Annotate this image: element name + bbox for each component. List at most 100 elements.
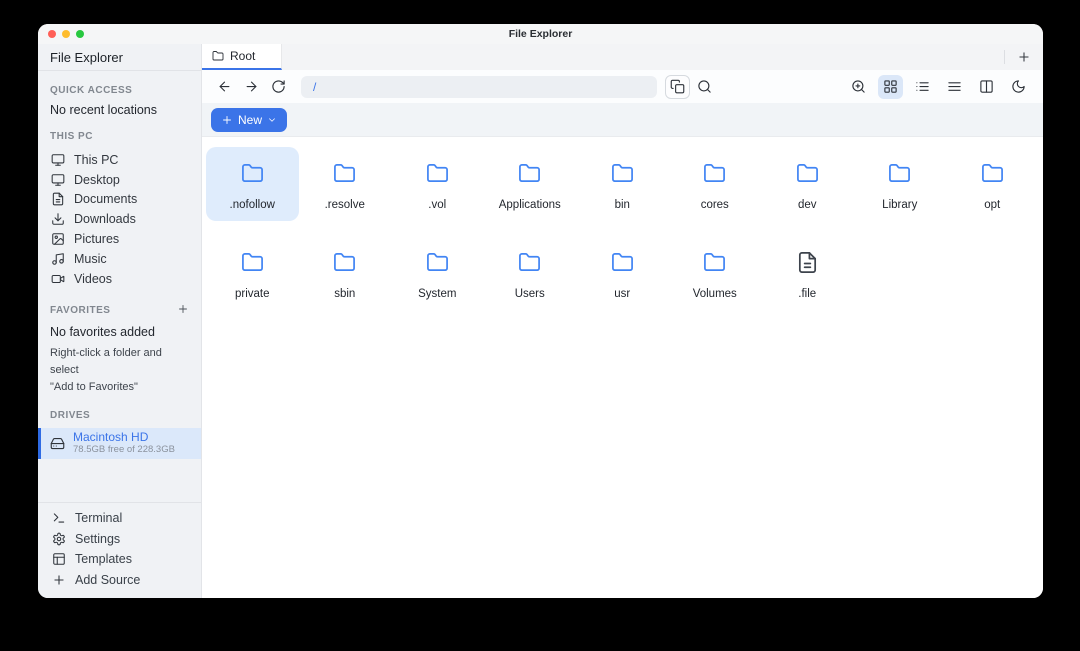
back-icon [219, 81, 230, 92]
refresh-button[interactable] [266, 75, 291, 99]
favorites-hint-line1: Right-click a folder and select [50, 346, 162, 376]
file-item[interactable]: Volumes [669, 236, 762, 310]
file-name: bin [614, 199, 630, 211]
sidebar-item-pictures[interactable]: Pictures [38, 229, 201, 249]
sidebar-footer: Terminal Settings Templates Add Source [38, 502, 201, 598]
music-icon [52, 253, 64, 265]
settings-button[interactable]: Settings [38, 529, 201, 550]
drive-name: Macintosh HD [73, 429, 149, 444]
sidebar-item-this-pc[interactable]: This PC [38, 150, 201, 170]
hard-drive-icon [50, 437, 65, 449]
file-name: .vol [428, 199, 447, 211]
file-item[interactable]: Library [854, 147, 947, 221]
sidebar-item-label: Documents [74, 192, 138, 207]
drive-item-macintosh-hd[interactable]: Macintosh HD 78.5GB free of 228.3GB [38, 427, 201, 459]
file-item[interactable]: .resolve [299, 147, 392, 221]
terminal-button[interactable]: Terminal [38, 508, 201, 529]
sidebar-item-videos[interactable]: Videos [38, 269, 201, 289]
zoom-in-icon [852, 80, 865, 93]
path-input[interactable] [301, 75, 657, 98]
sidebar-item-music[interactable]: Music [38, 249, 201, 269]
file-item[interactable]: opt [946, 147, 1039, 221]
detail-view-icon [948, 82, 961, 91]
file-item[interactable]: .file [761, 236, 854, 310]
file-item[interactable]: usr [576, 236, 669, 310]
split-view-button[interactable] [974, 75, 999, 99]
file-item[interactable]: .vol [391, 147, 484, 221]
footer-item-label: Settings [75, 531, 121, 546]
add-favorite-button[interactable] [177, 303, 189, 318]
folder-icon [796, 164, 818, 183]
refresh-icon [272, 80, 285, 93]
sidebar-item-label: Music [74, 251, 107, 266]
sidebar-item-downloads[interactable]: Downloads [38, 209, 201, 229]
file-name: System [418, 288, 457, 300]
favorites-hint-line2: "Add to Favorites" [50, 380, 138, 393]
zoom-in-button[interactable] [846, 75, 871, 99]
favorites-header: FAVORITES [38, 303, 201, 318]
file-item[interactable]: sbin [299, 236, 392, 310]
folder-icon [334, 164, 356, 183]
footer-item-label: Terminal [75, 511, 123, 526]
templates-button[interactable]: Templates [38, 549, 201, 570]
file-item[interactable]: private [206, 236, 299, 310]
tab-bar: Root [202, 44, 1043, 70]
sidebar-item-label: This PC [74, 152, 119, 167]
sidebar-item-documents[interactable]: Documents [38, 190, 201, 210]
file-name: .file [798, 288, 817, 300]
forward-button[interactable] [239, 75, 264, 99]
copy-path-button[interactable] [665, 74, 690, 99]
copy-icon [670, 79, 685, 94]
grid-view-button[interactable] [878, 74, 903, 99]
favorites-header-label: FAVORITES [50, 304, 111, 316]
new-button[interactable]: New [211, 107, 288, 132]
file-name: Volumes [692, 288, 737, 300]
plus-icon [179, 304, 187, 313]
folder-icon [889, 164, 911, 183]
download-icon [52, 213, 64, 226]
tab-label: Root [230, 49, 256, 63]
image-icon [52, 233, 64, 245]
file-item[interactable]: Users [484, 236, 577, 310]
tab-root[interactable]: Root [202, 44, 282, 70]
new-button-label: New [238, 112, 263, 127]
folder-icon [704, 253, 726, 272]
sidebar-item-label: Videos [74, 271, 112, 286]
sidebar-content: QUICK ACCESS No recent locations THIS PC… [38, 71, 201, 502]
file-item[interactable]: dev [761, 147, 854, 221]
favorites-empty: No favorites added [50, 324, 155, 339]
back-button[interactable] [212, 75, 237, 99]
drive-capacity: 78.5GB free of 228.3GB [73, 443, 175, 455]
templates-icon [53, 553, 65, 566]
dark-mode-button[interactable] [1006, 75, 1031, 99]
sidebar-item-label: Pictures [74, 232, 120, 247]
folder-icon [241, 164, 263, 183]
this-pc-list: This PC Desktop Documents Downloads Pict… [38, 150, 201, 289]
folder-icon [334, 253, 356, 272]
sidebar-item-label: Desktop [74, 172, 120, 187]
file-item[interactable]: Applications [484, 147, 577, 221]
folder-icon [519, 253, 541, 272]
file-item[interactable]: cores [669, 147, 762, 221]
search-button[interactable] [692, 75, 717, 99]
file-name: opt [984, 199, 1001, 211]
file-icon [798, 252, 816, 273]
plus-icon [1019, 52, 1029, 62]
view-controls [846, 74, 1031, 99]
file-name: Library [882, 199, 918, 211]
sidebar-item-desktop[interactable]: Desktop [38, 170, 201, 190]
quick-access-header: QUICK ACCESS [50, 85, 133, 96]
file-name: .nofollow [229, 199, 275, 211]
add-source-button[interactable]: Add Source [38, 570, 201, 591]
quick-access-empty: No recent locations [50, 103, 158, 117]
footer-item-label: Templates [75, 552, 132, 567]
detail-view-button[interactable] [942, 75, 967, 99]
file-name: usr [614, 288, 631, 300]
file-item[interactable]: .nofollow [206, 147, 299, 221]
action-strip: New [202, 103, 1043, 137]
list-view-button[interactable] [910, 75, 935, 99]
new-tab-button[interactable] [1005, 44, 1043, 70]
video-icon [51, 274, 65, 283]
file-item[interactable]: bin [576, 147, 669, 221]
file-item[interactable]: System [391, 236, 484, 310]
